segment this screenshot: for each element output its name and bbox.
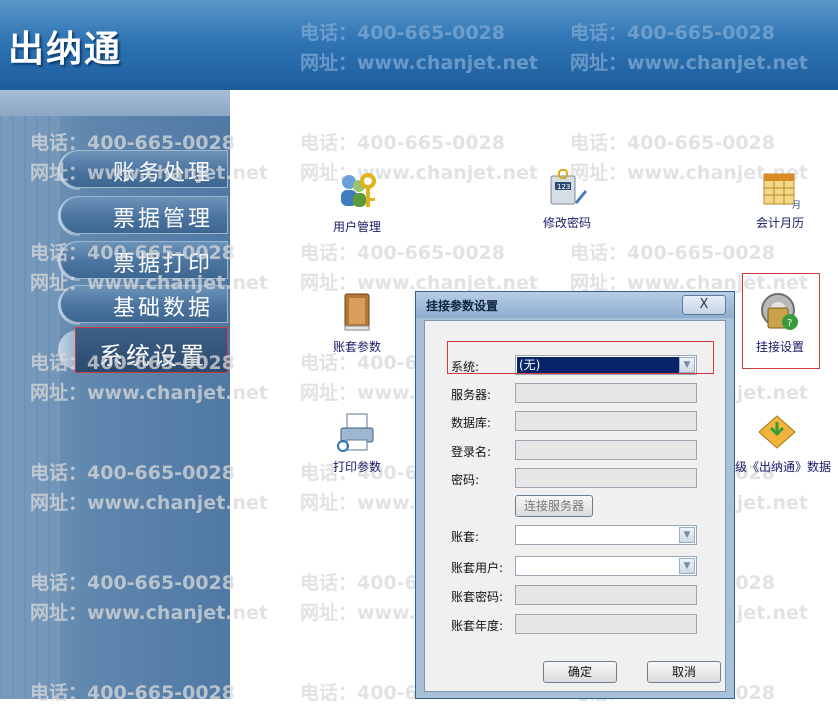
tile-label: 级《出纳通》数据 [735,460,832,474]
book-icon [335,290,379,334]
sidebar-item-bill-management[interactable]: 票据管理 [60,196,228,234]
tile-label: 用户管理 [332,220,381,234]
tile-print-params[interactable]: 打印参数 [302,410,412,475]
watermark-phone: 电话：400-665-0028 [570,242,775,264]
tile-account-set-params[interactable]: 账套参数 [302,290,412,355]
password-icon: 123 [545,166,589,210]
tile-upgrade-data[interactable]: 级《出纳通》数据 [735,410,838,475]
tile-label: 挂接设置 [755,340,804,354]
account-year-input[interactable] [515,614,697,634]
connect-server-button[interactable]: 连接服务器 [515,495,593,517]
password-input[interactable] [515,468,697,488]
dialog-title: 挂接参数设置 [426,299,499,313]
dialog-body: 系统: (无) ▼ 服务器: 数据库: 登录名: 密码: 连接服务器 账套: ▼… [424,320,726,692]
field-label: 密码: [451,473,480,487]
tile-user-management[interactable]: 用户管理 [302,170,412,235]
chevron-down-icon[interactable]: ▼ [679,527,695,543]
tile-label: 账套参数 [332,340,381,354]
watermark-phone: 电话：400-665-0028 [300,242,505,264]
ok-button[interactable]: 确定 [543,661,617,683]
account-user-select[interactable]: ▼ [515,556,697,576]
sidebar-item-label: 基础数据 [112,296,213,321]
field-account-user: 账套用户: ▼ [451,556,711,578]
sidebar-item-label: 系统设置 [99,342,207,370]
button-label: 连接服务器 [523,499,584,513]
field-label: 登录名: [451,445,492,459]
app-title: 出纳通 [8,29,123,70]
upgrade-icon [755,410,799,454]
button-label: 取消 [671,665,696,679]
field-account-set: 账套: ▼ [451,525,711,547]
close-icon: X [699,297,709,312]
database-input[interactable] [515,411,697,431]
cancel-button[interactable]: 取消 [647,661,721,683]
field-label: 账套密码: [451,590,504,604]
field-account-year: 账套年度: [451,614,711,636]
svg-text:月: 月 [792,200,801,210]
field-database: 数据库: [451,411,711,433]
tile-label: 打印参数 [332,460,381,474]
field-label: 账套: [451,530,480,544]
system-select-value: (无) [517,357,679,373]
field-label: 账套用户: [451,561,504,575]
sidebar-decoration [0,116,60,699]
watermark-phone: 电话：400-665-0028 [570,132,775,154]
field-label: 数据库: [451,416,492,430]
user-key-icon [335,170,379,214]
sidebar-item-accounting[interactable]: 账务处理 [60,150,228,188]
app-header: 出纳通 [0,0,838,90]
button-label: 确定 [567,665,592,679]
tile-change-password[interactable]: 123 修改密码 [512,166,622,231]
calendar-icon: 月 [758,166,802,211]
account-set-select[interactable]: ▼ [515,525,697,545]
chevron-down-icon[interactable]: ▼ [679,357,695,373]
printer-icon [335,410,379,454]
tile-label: 会计月历 [755,216,804,230]
tile-link-settings[interactable]: ? 挂接设置 [725,290,835,355]
login-input[interactable] [515,440,697,460]
sidebar-item-label: 账务处理 [112,161,213,186]
close-button[interactable]: X [682,295,726,315]
link-settings-icon: ? [758,290,802,334]
sidebar-item-system-settings[interactable]: 系统设置 [75,327,228,373]
watermark-phone: 电话：400-665-0028 [300,132,505,154]
field-account-password: 账套密码: [451,585,711,607]
tile-label: 修改密码 [542,216,591,230]
sidebar-item-label: 票据打印 [112,252,213,277]
field-login: 登录名: [451,440,711,462]
sidebar-item-basic-data[interactable]: 基础数据 [60,285,228,323]
link-settings-dialog: 挂接参数设置 X 系统: (无) ▼ 服务器: 数据库: 登录名: 密码: 连接… [415,291,735,699]
field-password: 密码: [451,468,711,490]
field-label: 系统: [451,360,480,374]
sidebar-item-label: 票据管理 [112,207,213,232]
field-system: 系统: (无) ▼ [451,355,711,377]
tile-accounting-calendar[interactable]: 月 会计月历 [725,166,835,231]
svg-text:123: 123 [557,183,570,191]
sidebar-item-bill-printing[interactable]: 票据打印 [60,241,228,279]
system-select[interactable]: (无) ▼ [515,355,697,375]
field-label: 账套年度: [451,619,504,633]
field-label: 服务器: [451,388,492,402]
server-input[interactable] [515,383,697,403]
svg-text:?: ? [787,318,792,329]
sidebar-band [0,90,230,116]
chevron-down-icon[interactable]: ▼ [679,558,695,574]
account-password-input[interactable] [515,585,697,605]
field-server: 服务器: [451,383,711,405]
dialog-titlebar[interactable]: 挂接参数设置 X [416,292,734,318]
